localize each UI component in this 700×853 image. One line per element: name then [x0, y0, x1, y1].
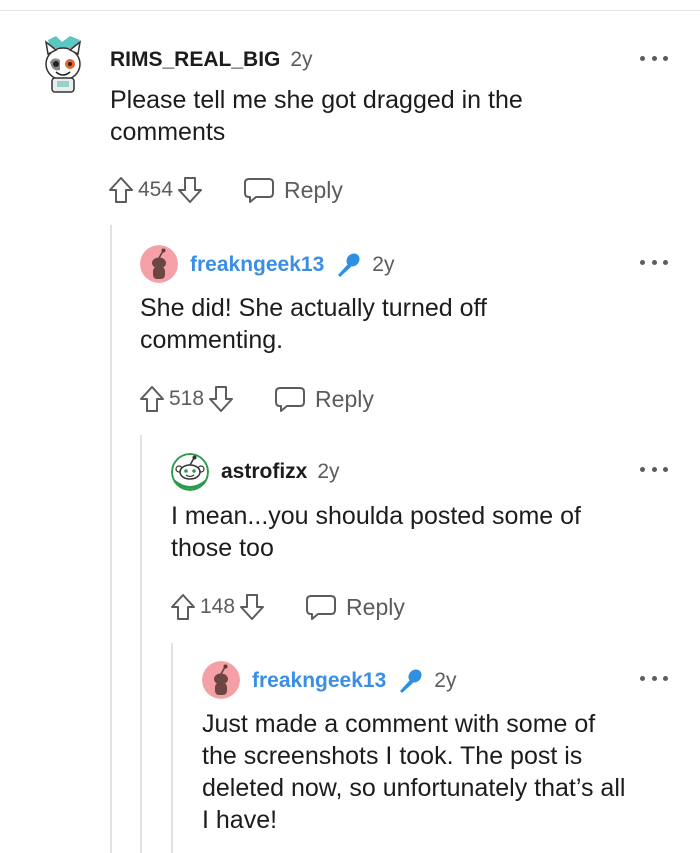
comment-header: astrofizx 2y — [221, 458, 340, 486]
vote-score: 454 — [138, 178, 174, 201]
microphone-icon — [400, 669, 422, 693]
more-options-icon[interactable] — [640, 53, 668, 63]
user-avatar-cat-icon[interactable] — [40, 34, 86, 94]
upvote-icon[interactable] — [139, 385, 165, 413]
username[interactable]: freakngeek13 — [190, 253, 324, 277]
username[interactable]: astrofizx — [221, 460, 307, 484]
user-avatar-snoo-icon[interactable] — [202, 661, 240, 699]
vote-score: 148 — [200, 595, 236, 618]
reply-bubble-icon — [244, 178, 275, 203]
more-options-icon[interactable] — [640, 673, 668, 683]
reply-button[interactable]: Reply — [274, 385, 374, 413]
reply-label: Reply — [284, 176, 343, 203]
comment-body: I mean...you shoulda posted some of thos… — [171, 502, 581, 562]
downvote-icon[interactable] — [177, 176, 203, 204]
vote-score: 518 — [169, 387, 205, 410]
downvote-icon[interactable] — [208, 385, 234, 413]
more-options-icon[interactable] — [640, 257, 668, 267]
comment-header: RIMS_REAL_BIG 2y — [110, 46, 313, 74]
comment-actions: 148 Reply — [170, 592, 405, 622]
thread-line[interactable] — [140, 435, 142, 853]
comment-age: 2y — [434, 669, 457, 692]
upvote-icon[interactable] — [108, 176, 134, 204]
user-avatar-snoo-icon[interactable] — [171, 453, 209, 491]
comment-body: Just made a comment with some of the scr… — [202, 710, 626, 834]
top-divider — [0, 10, 700, 11]
reply-button[interactable]: Reply — [243, 176, 343, 204]
comment-header: freakngeek13 2y — [252, 666, 456, 696]
comment-age: 2y — [290, 48, 313, 71]
username[interactable]: freakngeek13 — [252, 669, 386, 693]
reply-label: Reply — [315, 385, 374, 412]
comment-age: 2y — [317, 460, 340, 483]
downvote-icon[interactable] — [239, 593, 265, 621]
username[interactable]: RIMS_REAL_BIG — [110, 48, 280, 72]
more-options-icon[interactable] — [640, 464, 668, 474]
user-avatar-snoo-icon[interactable] — [140, 245, 178, 283]
comment-actions: 518 Reply — [139, 384, 374, 414]
comment-body: Please tell me she got dragged in the co… — [110, 86, 523, 146]
reply-label: Reply — [346, 593, 405, 620]
thread-line[interactable] — [171, 643, 173, 853]
reply-button[interactable]: Reply — [305, 593, 405, 621]
comment-body: She did! She actually turned off comment… — [140, 294, 487, 354]
upvote-icon[interactable] — [170, 593, 196, 621]
reply-bubble-icon — [306, 595, 337, 620]
thread-line[interactable] — [110, 225, 112, 853]
microphone-icon — [338, 253, 360, 277]
comment-actions: 454 Reply — [108, 175, 343, 205]
comment-header: freakngeek13 2y — [190, 250, 394, 280]
reply-bubble-icon — [275, 387, 306, 412]
comment-age: 2y — [372, 253, 395, 276]
